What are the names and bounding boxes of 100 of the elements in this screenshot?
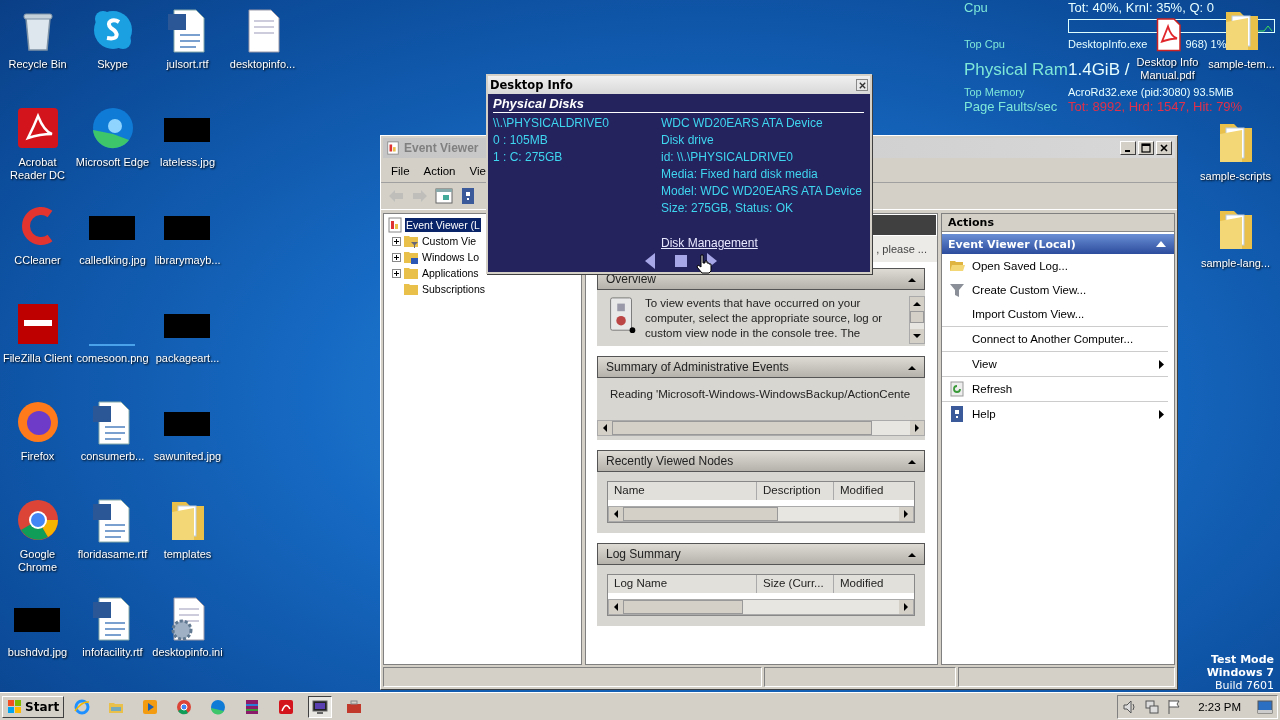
info-value: DesktopInfo.exe [1068,37,1148,51]
help-icon [949,406,965,422]
icon-label: Desktop Info Manual.pdf [1135,56,1200,82]
scroll-thumb[interactable] [910,311,924,323]
folder-icon [949,258,965,274]
icon-label: sample-lang... [1200,257,1271,270]
icon-label: calledking.jpg [79,254,146,267]
icon-label: Firefox [20,450,55,463]
icon-label: desktopinfo... [229,58,296,71]
previous-arrow-icon[interactable] [645,253,655,269]
pane-command[interactable]: Refresh [942,377,1168,402]
disk-info-text: Disk drive [661,132,715,149]
pane-command[interactable]: View [942,352,1168,377]
column-header[interactable]: Modified [834,575,914,593]
icon-label: CCleaner [14,254,61,267]
tree-item[interactable]: Windows Lo [421,250,481,264]
disk-management-link[interactable]: Disk Management [661,235,862,252]
column-header[interactable]: Name [608,482,757,500]
expand-icon[interactable] [392,252,401,262]
horizontal-scrollbar[interactable] [608,506,914,522]
section-header[interactable]: Recently Viewed Nodes [597,450,925,472]
flag-icon[interactable] [1166,698,1183,715]
folder-icon [403,233,419,249]
icon-label: consumerb... [80,450,145,463]
network-icon[interactable] [1144,698,1161,715]
scroll-right-icon[interactable] [899,600,913,614]
scroll-thumb[interactable] [623,507,778,521]
scroll-left-icon[interactable] [609,507,623,521]
system-notice-text: Windows 7 [1206,666,1274,679]
scroll-left-icon[interactable] [598,421,612,435]
icon-label: infofacility.rtf [82,646,143,659]
icon-label: comesoon.png [76,352,149,365]
section-header[interactable]: Log Summary [597,543,925,565]
menu-item[interactable]: File [385,163,416,179]
info-value: Tot: 40%, Krnl: 35%, Q: 0 [1068,0,1214,16]
collapse-caret-icon[interactable] [908,276,916,282]
pane-command[interactable]: Connect to Another Computer... [942,327,1168,352]
show-desktop-icon[interactable] [1257,699,1273,714]
collapse-caret-icon[interactable] [908,458,916,464]
start-button[interactable]: Start [2,695,65,718]
scroll-right-icon[interactable] [910,421,924,435]
disk-info-text: 1 : C: 275GB [493,149,564,166]
expand-icon[interactable] [392,236,401,246]
info-label: Top Cpu [964,37,1006,51]
scroll-thumb[interactable] [612,421,872,435]
scroll-down-icon[interactable] [910,329,924,343]
disk-info-text: 0 : 105MB [493,132,549,149]
scroll-up-icon[interactable] [910,297,924,311]
info-value: 968) 1% [1185,37,1227,51]
icon-label: templates [163,548,212,561]
pane-command[interactable]: Create Custom View... [942,278,1168,302]
horizontal-scrollbar[interactable] [597,420,925,436]
vertical-scrollbar[interactable] [909,296,925,344]
collapse-caret-icon[interactable] [908,551,916,557]
pane-command[interactable]: Open Saved Log... [942,254,1168,278]
info-label: Page Faults/sec [964,99,1059,115]
icon-label: FileZilla Client [2,352,73,365]
scroll-right-icon[interactable] [899,507,913,521]
section-heading: Physical Disks [493,96,864,113]
column-header[interactable]: Modified [834,482,914,500]
icon-label: packageart... [155,352,220,365]
pane-command[interactable]: Help [942,402,1168,426]
horizontal-scrollbar[interactable] [608,599,914,615]
disk-info-text: Media: Fixed hard disk media [661,166,819,183]
icon-label: Recycle Bin [8,58,67,71]
clock[interactable]: 2:23 PM [1198,700,1241,713]
group-header[interactable]: Event Viewer (Local) [942,234,1174,254]
column-header[interactable]: Log Name [608,575,757,593]
section-header[interactable]: Summary of Administrative Events [597,356,925,378]
system-notice-text: Build 7601 [1214,679,1274,692]
folder-icon [403,281,419,297]
summary-text: Reading 'Microsoft-Windows-WindowsBackup/ActionCente [609,388,912,400]
pane-command[interactable]: Import Custom View... [942,302,1168,327]
collapse-caret-icon[interactable] [908,364,916,370]
info-value: 1.4GiB / [1068,59,1130,81]
status-text: , please ... [876,243,927,255]
menu-item[interactable]: Action [417,163,462,179]
tree-item[interactable]: Custom Vie [421,234,478,248]
close-button[interactable] [856,79,868,91]
pane-header: Actions [942,214,1174,232]
info-label: Top Memory [964,85,1026,99]
icon-label: bushdvd.jpg [7,646,68,659]
tree-item[interactable]: Subscriptions [421,282,487,296]
expand-icon[interactable] [392,268,401,278]
disk-info-text: id: \\.\PHYSICALDRIVE0 [661,149,795,166]
tree-item[interactable]: Applications [421,266,480,280]
tree-item[interactable]: Event Viewer (L [405,218,481,232]
hand-cursor-icon [696,254,712,274]
system-notice-text: Test Mode [1211,653,1274,666]
scroll-left-icon[interactable] [609,600,623,614]
column-header[interactable]: Size (Curr... [757,575,834,593]
icon-label: sample-scripts [1200,170,1271,183]
column-header[interactable]: Description [757,482,834,500]
icon-label: julsort.rtf [166,58,209,71]
icon-label: Google Chrome [16,548,59,574]
window-title: Event Viewer [404,141,480,155]
disk-info-text: WDC WD20EARS ATA Device [661,115,824,132]
scroll-thumb[interactable] [623,600,743,614]
folder-icon [403,265,419,281]
event-log-icon [386,141,400,155]
